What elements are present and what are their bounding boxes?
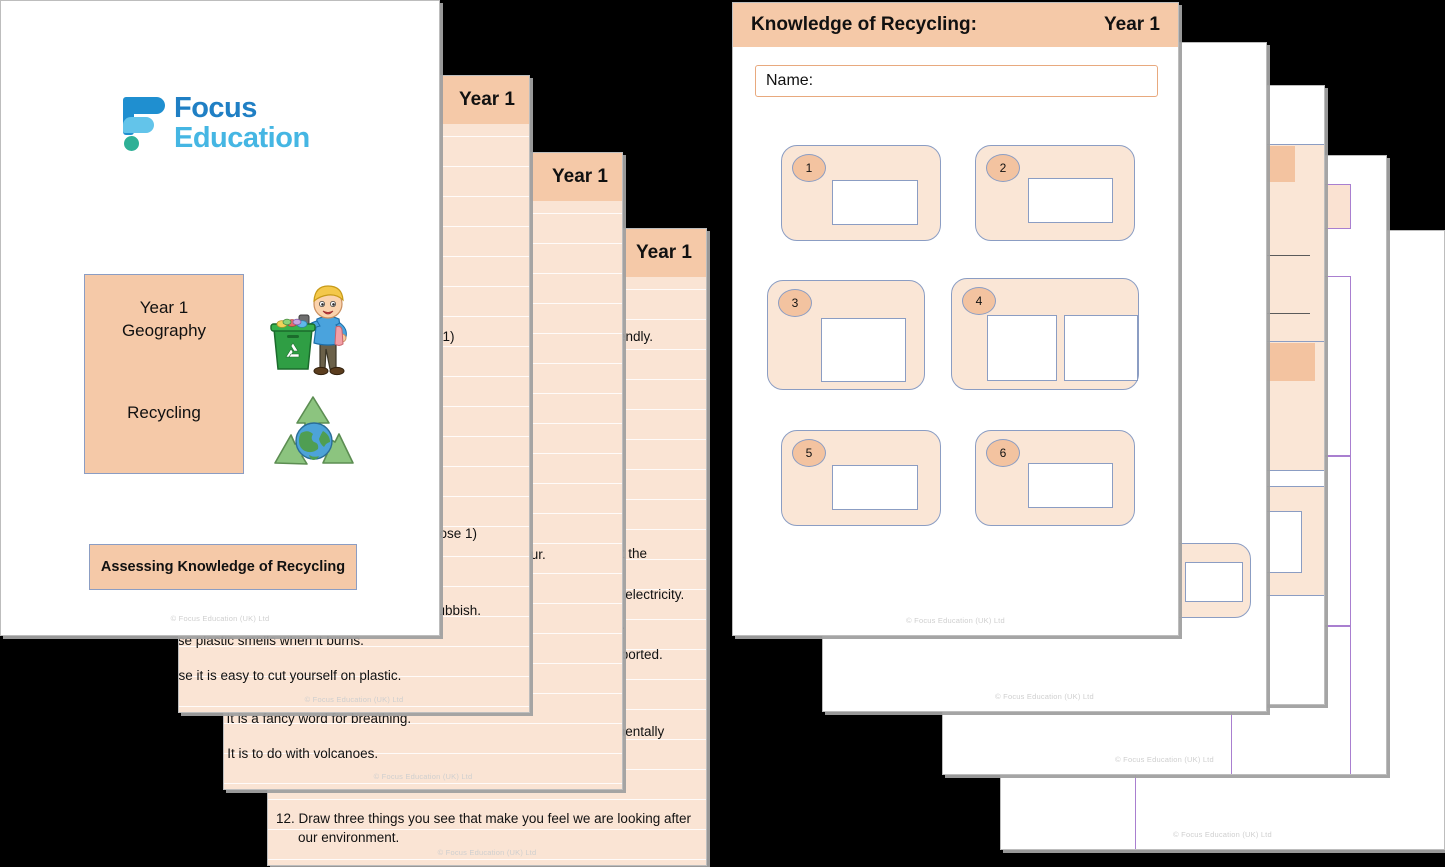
focus-f-logo-icon xyxy=(121,93,165,153)
copyright-footer: © Focus Education (UK) Ltd xyxy=(373,772,473,781)
logo-wordmark: Focus Education xyxy=(174,91,310,154)
question-number-3: 3 xyxy=(778,289,812,317)
worksheet-title: Knowledge of Recycling: xyxy=(751,14,977,35)
preview-stage: you ment. © Focus Education (UK) Ltd hat… xyxy=(0,0,1445,867)
question-number-2: 2 xyxy=(986,154,1020,182)
question-text: e electricity. xyxy=(614,587,685,602)
logo-focus-text: Focus xyxy=(174,91,257,124)
copyright-footer: © Focus Education (UK) Ltd xyxy=(437,848,537,857)
worksheet-year: Year 1 xyxy=(1104,14,1160,35)
question-number-4: 4 xyxy=(962,287,996,315)
cover-subject-text: Year 1 Geography xyxy=(122,297,206,343)
boy-recycling-illustration-icon xyxy=(270,285,347,376)
focus-education-logo: Focus Education xyxy=(121,93,310,153)
name-label: Name: xyxy=(766,72,814,89)
cover-page: Focus Education Year 1 Geography Recycli… xyxy=(0,0,440,636)
copyright-footer: © Focus Education (UK) Ltd xyxy=(1173,830,1272,839)
question-text: 12. Draw three things you see that make … xyxy=(276,811,691,826)
question-number-1: 1 xyxy=(792,154,826,182)
main-worksheet-page: Knowledge of Recycling: Year 1 Name: 1 2… xyxy=(732,2,1179,636)
answer-box-5[interactable] xyxy=(832,465,918,510)
answer-box xyxy=(1185,562,1243,602)
answer-box-4a[interactable] xyxy=(987,315,1057,381)
question-card-4[interactable]: 4 xyxy=(951,278,1139,390)
assessment-title: Assessing Knowledge of Recycling xyxy=(100,558,346,575)
answer-box-4b[interactable] xyxy=(1064,315,1138,381)
cover-subject: Geography xyxy=(121,320,207,340)
copyright-footer: © Focus Education (UK) Ltd xyxy=(304,695,404,704)
answer-box-3[interactable] xyxy=(821,318,906,382)
cover-subject-box: Year 1 Geography Recycling xyxy=(84,274,244,474)
logo-education-text: Education xyxy=(174,121,310,154)
copyright-footer: © Focus Education (UK) Ltd xyxy=(995,692,1094,701)
question-card-3[interactable]: 3 xyxy=(767,280,925,390)
copyright-footer: © Focus Education (UK) Ltd xyxy=(170,614,270,623)
question-number-5: 5 xyxy=(792,439,826,467)
question-text: endly. xyxy=(618,329,654,344)
answer-box-1[interactable] xyxy=(832,180,918,225)
question-page-year: Year 1 xyxy=(552,166,608,187)
question-text: d It is to do with volcanoes. xyxy=(223,746,379,761)
question-card-5[interactable]: 5 xyxy=(781,430,941,526)
assessment-title-box: Assessing Knowledge of Recycling xyxy=(89,544,357,590)
question-page-year: Year 1 xyxy=(459,89,515,110)
answer-box-6[interactable] xyxy=(1028,463,1113,508)
recycling-globe-illustration-icon xyxy=(274,396,354,465)
cover-topic: Recycling xyxy=(127,402,201,422)
question-page-year: Year 1 xyxy=(636,242,692,263)
name-input[interactable]: Name: xyxy=(755,65,1158,97)
question-card-1[interactable]: 1 xyxy=(781,145,941,241)
copyright-footer: © Focus Education (UK) Ltd xyxy=(906,616,1005,625)
question-card-2[interactable]: 2 xyxy=(975,145,1135,241)
cover-year: Year 1 xyxy=(139,298,189,317)
question-text: our environment. xyxy=(298,830,400,845)
copyright-footer: © Focus Education (UK) Ltd xyxy=(1115,755,1214,764)
question-card-6[interactable]: 6 xyxy=(975,430,1135,526)
question-number-6: 6 xyxy=(986,439,1020,467)
answer-box-2[interactable] xyxy=(1028,178,1113,223)
question-text: c It is a fancy word for breathing. xyxy=(223,711,412,726)
question-text: d Because it is easy to cut yourself on … xyxy=(178,668,402,683)
worksheet-header: Knowledge of Recycling: Year 1 xyxy=(733,3,1178,47)
